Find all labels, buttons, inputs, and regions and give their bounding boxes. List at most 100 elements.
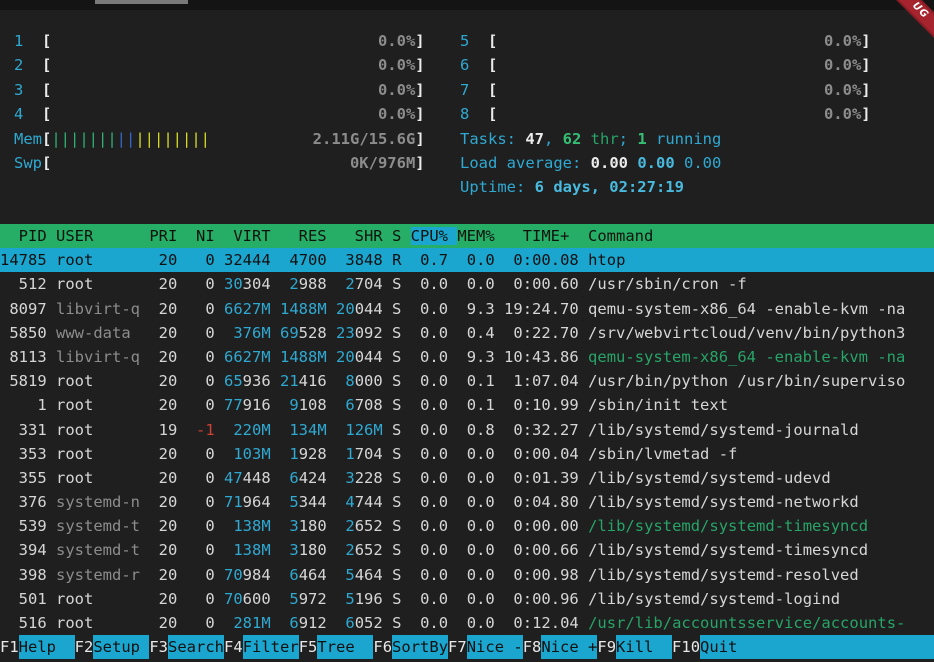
- process-row[interactable]: 539 systemd-t 20 0 138M 3180 2652 S 0.0 …: [0, 514, 934, 538]
- process-table-header: PID USER PRI NI VIRT RES SHR S CPU% MEM%…: [0, 224, 934, 248]
- process-row[interactable]: 376 systemd-n 20 0 71964 5344 4744 S 0.0…: [0, 490, 934, 514]
- process-row[interactable]: 1 root 20 0 77916 9108 6708 S 0.0 0.1 0:…: [0, 393, 934, 417]
- process-row[interactable]: 501 root 20 0 70600 5972 5196 S 0.0 0.0 …: [0, 587, 934, 611]
- cell-command: /lib/systemd/systemd-udevd: [588, 469, 831, 487]
- cell-pid: 501: [0, 590, 56, 608]
- process-row[interactable]: 355 root 20 0 47448 6424 3228 S 0.0 0.0 …: [0, 466, 934, 490]
- fkey-number: F10: [672, 635, 700, 659]
- cell-time: 10:43.86: [504, 348, 588, 366]
- cell-state: S: [392, 614, 411, 632]
- fkey-setup-button[interactable]: F2Setup: [75, 635, 150, 659]
- cell-virt: 65: [224, 372, 243, 390]
- process-row[interactable]: 5850 www-data 20 0 376M 69528 23092 S 0.…: [0, 321, 934, 345]
- cell-cpu: 0.0: [411, 541, 458, 559]
- fkey-bar-fill: [756, 635, 934, 659]
- cell-pri: 20: [149, 614, 186, 632]
- cell-virt: 70: [224, 566, 243, 584]
- process-row[interactable]: 5819 root 20 0 65936 21416 8000 S 0.0 0.…: [0, 369, 934, 393]
- col-header-command[interactable]: Command: [588, 227, 933, 245]
- cpu-meter-value: 0.0%: [824, 105, 861, 123]
- meters-right-column: 5 [ 0.0%]6 [ 0.0%]7 [ 0.0%]8 [ 0.0%]Task…: [460, 29, 871, 200]
- col-header-shr[interactable]: SHR: [336, 227, 392, 245]
- process-row[interactable]: 394 systemd-t 20 0 138M 3180 2652 S 0.0 …: [0, 538, 934, 562]
- fkey-help-button[interactable]: F1Help: [0, 635, 75, 659]
- cell-mem: 0.0: [457, 541, 504, 559]
- col-header-pri[interactable]: PRI: [149, 227, 186, 245]
- col-header-ni[interactable]: NI: [187, 227, 224, 245]
- cell-state: S: [392, 421, 411, 439]
- cell-ni: 0: [187, 469, 224, 487]
- fkey-nice-button[interactable]: F7Nice -: [448, 635, 523, 659]
- fkey-search-button[interactable]: F3Search: [149, 635, 224, 659]
- cell-user: root: [56, 590, 149, 608]
- cpu-meter-label: 4: [14, 105, 42, 123]
- fkey-kill-button[interactable]: F9Kill: [597, 635, 672, 659]
- cell-ni: 0: [187, 275, 224, 293]
- cell-command: /lib/systemd/systemd-networkd: [588, 493, 859, 511]
- cell-shr: 2: [345, 275, 354, 293]
- cell-command: /usr/lib/accountsservice/accounts-: [588, 614, 905, 632]
- cpu-meter-8: 8 [ 0.0%]: [460, 102, 871, 126]
- meter-open-bracket: [: [42, 32, 51, 50]
- meter-close-bracket: ]: [861, 105, 870, 123]
- meter-open-bracket: [: [42, 154, 51, 172]
- cell-mem: 0.0: [457, 469, 504, 487]
- cell-res: 6: [289, 566, 298, 584]
- col-header-user[interactable]: USER: [56, 227, 149, 245]
- col-header-state[interactable]: S: [392, 227, 411, 245]
- cell-ni: 0: [187, 590, 224, 608]
- process-row[interactable]: 14785 root 20 0 32444 4700 3848 R 0.7 0.…: [0, 248, 934, 272]
- col-header-mem[interactable]: MEM%: [457, 227, 504, 245]
- fkey-tree-button[interactable]: F5Tree: [299, 635, 374, 659]
- fkey-number: F4: [224, 635, 243, 659]
- cell-res: 5: [289, 493, 298, 511]
- meter-open-bracket: [: [42, 56, 51, 74]
- fkey-sortby-button[interactable]: F6SortBy: [373, 635, 448, 659]
- memory-meter-label: Mem: [14, 130, 42, 148]
- process-row[interactable]: 8097 libvirt-q 20 0 6627M 1488M 20044 S …: [0, 297, 934, 321]
- col-header-res[interactable]: RES: [280, 227, 336, 245]
- cell-res: 1488M: [280, 300, 327, 318]
- cpu-meter-7: 7 [ 0.0%]: [460, 78, 871, 102]
- process-row[interactable]: 8113 libvirt-q 20 0 6627M 1488M 20044 S …: [0, 345, 934, 369]
- meter-open-bracket: [: [42, 81, 51, 99]
- col-header-virt[interactable]: VIRT: [224, 227, 280, 245]
- cell-cpu: 0.0: [411, 493, 458, 511]
- process-row[interactable]: 398 systemd-r 20 0 70984 6464 5464 S 0.0…: [0, 563, 934, 587]
- col-header-cpu-sorted[interactable]: CPU%: [411, 227, 458, 245]
- fkey-quit-button[interactable]: F10Quit: [672, 635, 756, 659]
- process-table: PID USER PRI NI VIRT RES SHR S CPU% MEM%…: [0, 224, 934, 635]
- col-header-time[interactable]: TIME+: [504, 227, 588, 245]
- cell-user: root: [56, 372, 149, 390]
- fkey-nice-button[interactable]: F8Nice +: [523, 635, 598, 659]
- meter-open-bracket: [: [488, 81, 497, 99]
- cell-user: root: [56, 421, 149, 439]
- process-row[interactable]: 512 root 20 0 30304 2988 2704 S 0.0 0.0 …: [0, 272, 934, 296]
- meter-close-bracket: ]: [415, 81, 424, 99]
- cell-pid: 512: [0, 275, 56, 293]
- cell-time: 0:00.60: [504, 275, 588, 293]
- cell-cpu: 0.0: [411, 566, 458, 584]
- cell-res: 134M: [289, 421, 326, 439]
- cell-mem: 0.0: [457, 275, 504, 293]
- cell-command: /lib/systemd/systemd-logind: [588, 590, 840, 608]
- process-row[interactable]: 516 root 20 0 281M 6912 6052 S 0.0 0.0 0…: [0, 611, 934, 635]
- cell-virt: 6627M: [224, 348, 271, 366]
- cell-user: root: [56, 614, 149, 632]
- fkey-filter-button[interactable]: F4Filter: [224, 635, 299, 659]
- process-row[interactable]: 353 root 20 0 103M 1928 1704 S 0.0 0.0 0…: [0, 442, 934, 466]
- process-row[interactable]: 331 root 19 -1 220M 134M 126M S 0.0 0.8 …: [0, 418, 934, 442]
- cell-pri: 20: [149, 348, 186, 366]
- window-tab-fragment: [95, 0, 188, 4]
- cell-user: root: [56, 251, 149, 269]
- cell-state: S: [392, 590, 411, 608]
- col-header-pid[interactable]: PID: [0, 227, 56, 245]
- cell-shr: 5: [345, 590, 354, 608]
- cell-pid: 5850: [0, 324, 56, 342]
- cpu-meter-value: 0.0%: [378, 81, 415, 99]
- cell-pid: 539: [0, 517, 56, 535]
- cell-pri: 20: [149, 590, 186, 608]
- cell-state: S: [392, 300, 411, 318]
- cell-mem: 0.0: [457, 590, 504, 608]
- cell-user: www-data: [56, 324, 149, 342]
